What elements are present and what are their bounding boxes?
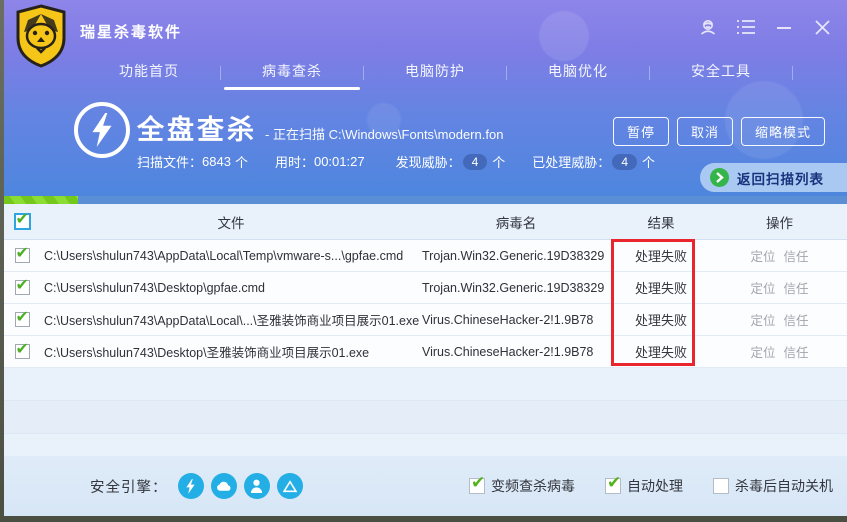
scan-status-prefix: - 正在扫描 [265, 127, 325, 142]
app-window: 瑞星杀毒软件 功能首页 病毒查杀 电脑防护 电脑优化 安全工具 全盘查杀 - 正… [4, 0, 847, 516]
virus-name: Trojan.Win32.Generic.19D38329 [422, 280, 605, 295]
virus-name: Trojan.Win32.Generic.19D38329 [422, 248, 605, 263]
support-icon[interactable] [697, 16, 719, 38]
tab-pc-protection[interactable]: 电脑防护 [364, 55, 506, 90]
menu-icon[interactable] [735, 16, 757, 38]
empty-table-area [4, 368, 847, 456]
table-row: C:\Users\shulun743\AppData\Local\...\圣雅装… [4, 304, 847, 336]
green-arrow-icon [710, 168, 729, 187]
tab-pc-optimize[interactable]: 电脑优化 [507, 55, 649, 90]
close-icon[interactable] [811, 16, 833, 38]
main-nav: 功能首页 病毒查杀 电脑防护 电脑优化 安全工具 [4, 55, 847, 90]
scan-panel: 全盘查杀 - 正在扫描 C:\Windows\Fonts\modern.fon … [4, 90, 847, 196]
back-button-label: 返回扫描列表 [737, 171, 824, 187]
locate-link[interactable]: 定位 [750, 346, 775, 360]
scan-title: 全盘查杀 [137, 115, 257, 145]
scan-progress-fill [4, 196, 79, 204]
threats-handled-badge: 4 [612, 153, 637, 170]
result-status: 处理失败 [634, 281, 687, 296]
file-path: C:\Users\shulun743\Desktop\圣雅装饰商业项目展示01.… [44, 346, 370, 360]
footer-options: 变频查杀病毒 自动处理 杀毒后自动关机 [469, 473, 833, 496]
threats-found-badge: 4 [462, 153, 488, 170]
row-checkbox[interactable] [14, 339, 30, 359]
scan-buttons: 暂停 取消 缩略模式 [613, 117, 826, 146]
footer-bar: 安全引擎： ✔ 变频查杀病毒 ✔ 自动处理 杀毒后自动关机 [4, 456, 847, 516]
engines-label: 安全引擎： [90, 479, 168, 496]
trust-link[interactable]: 信任 [784, 346, 809, 360]
result-status: 处理失败 [634, 345, 687, 360]
tab-virus-scan-label: 病毒查杀 [262, 63, 322, 79]
stat-scanned-files: 扫描文件： 6843 个 [137, 154, 248, 170]
locate-link[interactable]: 定位 [750, 282, 775, 296]
titlebar: 瑞星杀毒软件 [4, 0, 847, 68]
results-table: 文件 病毒名 结果 操作 C:\Users\shulun743\AppData\… [4, 204, 847, 456]
pause-button[interactable]: 暂停 [613, 117, 670, 146]
row-checkbox[interactable] [14, 275, 30, 295]
scan-status: - 正在扫描 C:\Windows\Fonts\modern.fon [265, 124, 503, 143]
trust-link[interactable]: 信任 [784, 250, 809, 264]
col-header-result: 结果 [647, 215, 675, 231]
option-label: 杀毒后自动关机 [735, 478, 833, 494]
table-row: C:\Users\shulun743\Desktop\圣雅装饰商业项目展示01.… [4, 336, 847, 368]
tab-security-tools[interactable]: 安全工具 [650, 55, 792, 90]
row-checkbox[interactable] [14, 307, 30, 327]
engine-drive-icon[interactable] [276, 473, 303, 499]
security-engines: 安全引擎： [90, 473, 310, 499]
scan-stats: 扫描文件： 6843 个 用时： 00:01:27 发现威胁： 4 个 已处理威胁： 4 个 [137, 152, 682, 171]
row-actions: 定位 信任 [712, 310, 847, 329]
stat-threats-found: 发现威胁： 4 个 [395, 153, 506, 170]
option-variable-frequency-scan[interactable]: 变频查杀病毒 [469, 473, 575, 496]
tab-home[interactable]: 功能首页 [78, 55, 220, 90]
col-header-file: 文件 [217, 215, 245, 231]
nav-separator [792, 65, 793, 80]
row-actions: 定位 信任 [712, 278, 847, 297]
minimize-icon[interactable] [773, 16, 795, 38]
table-row: C:\Users\shulun743\AppData\Local\Temp\vm… [4, 240, 847, 272]
locate-link[interactable]: 定位 [750, 314, 775, 328]
engine-cloud-icon[interactable] [210, 473, 237, 499]
header: 瑞星杀毒软件 功能首页 病毒查杀 电脑防护 电脑优化 安全工具 全盘查杀 - 正… [4, 0, 847, 204]
option-shutdown-after-scan[interactable]: 杀毒后自动关机 [713, 476, 833, 496]
row-actions: 定位 信任 [712, 342, 847, 361]
row-checkbox[interactable] [14, 243, 30, 263]
compact-mode-button[interactable]: 缩略模式 [741, 117, 826, 146]
option-label: 变频查杀病毒 [491, 478, 575, 494]
file-path: C:\Users\shulun743\AppData\Local\...\圣雅装… [44, 314, 420, 328]
virus-name: Virus.ChineseHacker-2!1.9B78 [422, 312, 594, 327]
file-path: C:\Users\shulun743\Desktop\gpfae.cmd [44, 280, 265, 295]
tab-virus-scan[interactable]: 病毒查杀 [221, 55, 363, 90]
checkbox[interactable] [469, 473, 485, 494]
lightning-scan-icon [74, 102, 130, 158]
locate-link[interactable]: 定位 [750, 250, 775, 264]
col-header-action: 操作 [766, 215, 793, 231]
back-to-scan-list-button[interactable]: 返回扫描列表 [700, 163, 847, 192]
result-status: 处理失败 [634, 313, 687, 328]
table-header-row: 文件 病毒名 结果 操作 [4, 204, 847, 240]
stat-elapsed-time: 用时： 00:01:27 [274, 154, 365, 170]
scan-progress-bar [4, 196, 847, 204]
table-row: C:\Users\shulun743\Desktop\gpfae.cmd Tro… [4, 272, 847, 304]
engine-lightning-icon[interactable] [177, 473, 204, 499]
virus-name: Virus.ChineseHacker-2!1.9B78 [422, 344, 594, 359]
engine-user-icon[interactable] [243, 473, 270, 499]
option-label: 自动处理 [627, 478, 683, 494]
app-title: 瑞星杀毒软件 [80, 24, 183, 41]
checkbox[interactable] [713, 478, 729, 494]
window-controls [697, 16, 833, 38]
trust-link[interactable]: 信任 [784, 282, 809, 296]
select-all-checkbox[interactable] [13, 209, 31, 230]
stat-threats-handled: 已处理威胁： 4 个 [532, 153, 656, 170]
scanning-file-path: C:\Windows\Fonts\modern.fon [328, 127, 504, 142]
trust-link[interactable]: 信任 [784, 314, 809, 328]
checkbox[interactable] [605, 473, 621, 494]
cancel-button[interactable]: 取消 [677, 117, 734, 146]
result-status: 处理失败 [634, 249, 687, 264]
row-actions: 定位 信任 [712, 246, 847, 265]
file-path: C:\Users\shulun743\AppData\Local\Temp\vm… [44, 248, 404, 263]
option-auto-handle[interactable]: 自动处理 [605, 473, 683, 496]
app-logo-icon [14, 4, 68, 68]
col-header-virus: 病毒名 [495, 215, 537, 231]
